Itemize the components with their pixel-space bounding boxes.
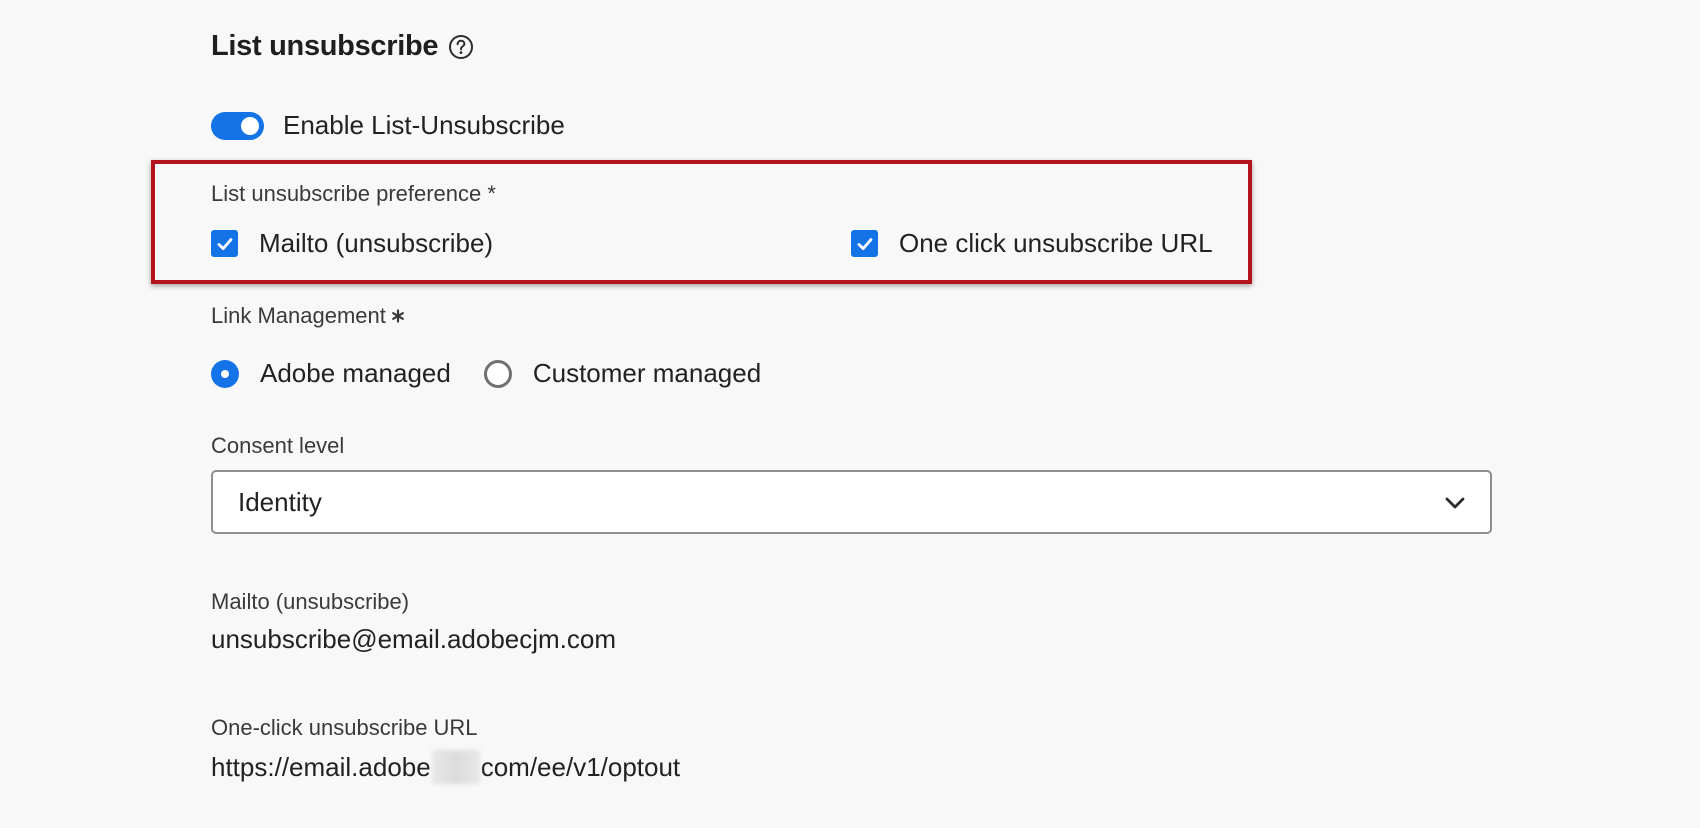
enable-list-unsubscribe-label: Enable List-Unsubscribe [283, 110, 565, 140]
one-click-checkbox[interactable] [851, 230, 878, 257]
redacted-mask [431, 750, 480, 784]
adobe-managed-option[interactable]: Adobe managed [211, 358, 451, 389]
link-management-radio-group: Adobe managed Customer managed [211, 358, 761, 389]
link-management-label: Link Management [211, 303, 405, 329]
consent-level-label: Consent level [211, 433, 345, 458]
mailto-readout-value: unsubscribe@email.adobecjm.com [211, 624, 617, 654]
one-click-checkbox-option[interactable]: One click unsubscribe URL [851, 228, 1213, 259]
checkmark-icon [217, 237, 232, 250]
consent-level-select[interactable]: Identity [211, 470, 1492, 534]
mailto-checkbox[interactable] [211, 230, 238, 257]
asterisk-icon [391, 309, 405, 323]
section-title: List unsubscribe [211, 30, 474, 63]
customer-managed-option[interactable]: Customer managed [483, 358, 762, 389]
mailto-checkbox-option[interactable]: Mailto (unsubscribe) [211, 228, 493, 259]
link-management-label-text: Link Management [211, 303, 386, 328]
enable-list-unsubscribe-row[interactable]: Enable List-Unsubscribe [211, 110, 565, 141]
one-click-url-prefix: https://email.adobe [211, 751, 431, 782]
one-click-checkbox-label: One click unsubscribe URL [899, 228, 1213, 258]
section-title-text: List unsubscribe [211, 30, 439, 62]
enable-list-unsubscribe-toggle[interactable] [211, 111, 264, 140]
mailto-readout-label: Mailto (unsubscribe) [211, 589, 410, 614]
adobe-managed-radio[interactable] [211, 359, 239, 388]
one-click-url-suffix: com/ee/v1/optout [480, 751, 681, 782]
customer-managed-radio[interactable] [483, 359, 512, 388]
toggle-knob [241, 116, 259, 135]
list-unsubscribe-preference-label: List unsubscribe preference * [211, 181, 496, 206]
chevron-down-icon[interactable] [1444, 492, 1466, 514]
adobe-managed-label: Adobe managed [260, 358, 451, 388]
consent-level-value: Identity [238, 486, 322, 517]
checkmark-icon [857, 237, 872, 250]
mailto-checkbox-label: Mailto (unsubscribe) [259, 228, 494, 258]
customer-managed-label: Customer managed [532, 358, 762, 388]
one-click-url-value: https://email.adobe com/ee/v1/optout [211, 750, 680, 784]
one-click-url-label: One-click unsubscribe URL [211, 715, 478, 740]
highlight-box [151, 160, 1252, 284]
help-circle-icon[interactable] [448, 34, 474, 60]
